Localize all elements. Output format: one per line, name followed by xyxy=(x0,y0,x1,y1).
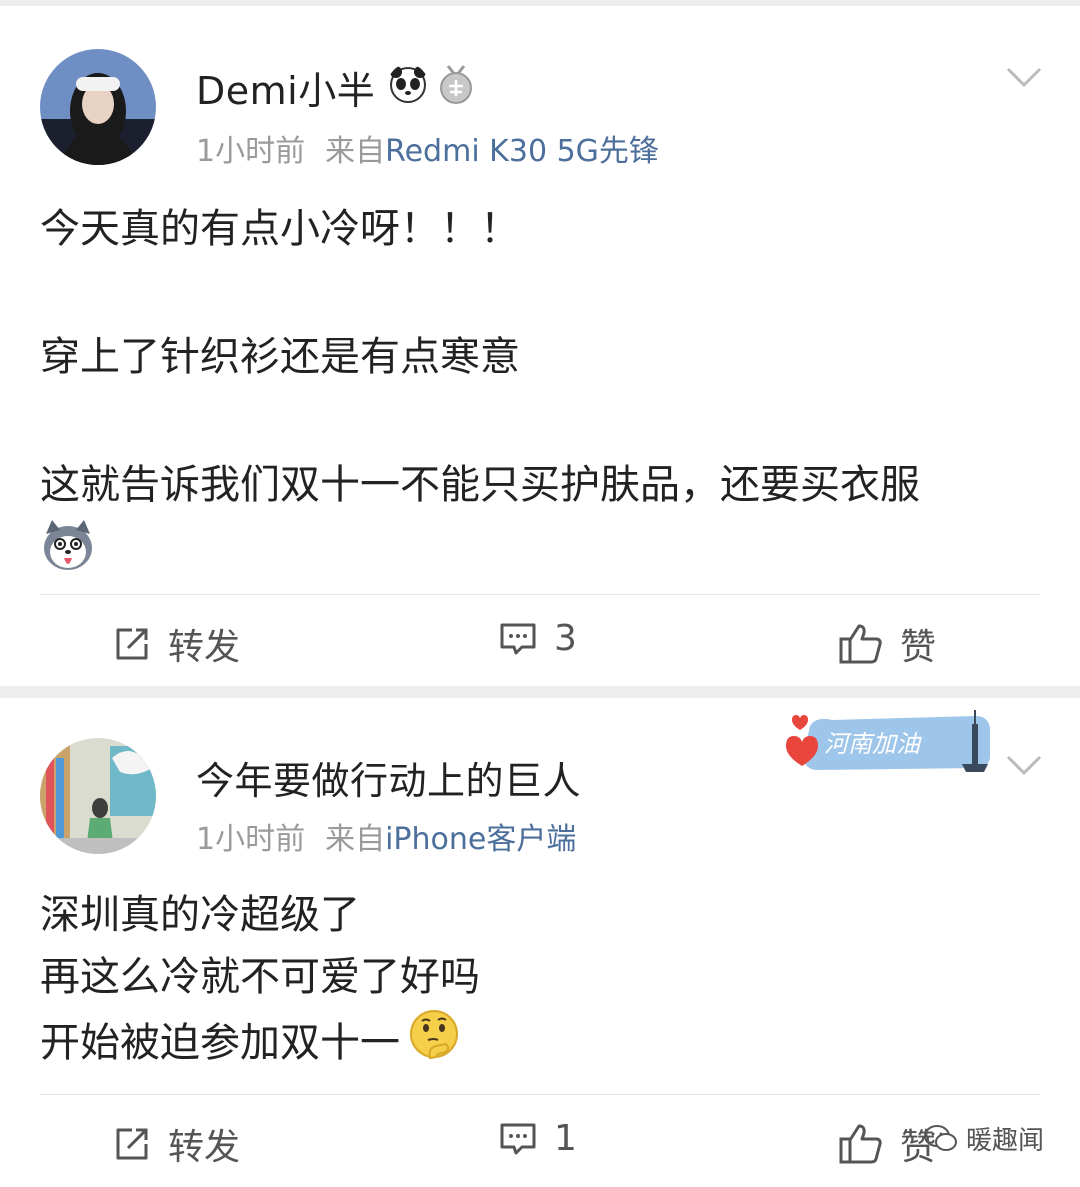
source-label: 来自 xyxy=(325,134,386,169)
wechat-icon xyxy=(923,1124,957,1151)
user-badges xyxy=(388,64,476,108)
repost-icon xyxy=(116,1128,148,1160)
source-device-link[interactable]: Redmi K30 5G先锋 xyxy=(385,134,659,169)
watermark-text: 暖趣闻 xyxy=(965,1126,1044,1156)
answer-medal-icon xyxy=(436,64,476,108)
post-paragraph: 穿上了针织衫还是有点寒意 xyxy=(40,334,520,380)
post-body: 深圳真的冷超级了 再这么冷就不可爱了好吗 开始被迫参加双十一 xyxy=(40,884,1040,1078)
source-label: 来自 xyxy=(325,822,386,857)
husky-dog-emoji-icon xyxy=(40,520,1040,590)
action-divider xyxy=(40,1094,1040,1095)
post-meta: 1小时前 来自Redmi K30 5G先锋 xyxy=(196,126,659,170)
repost-button[interactable]: 转发 xyxy=(112,1118,240,1170)
action-divider xyxy=(40,594,1040,595)
post-body: 今天真的有点小冷呀！！！ 穿上了针织衫还是有点寒意 这就告诉我们双十一不能只买护… xyxy=(40,198,1040,590)
henan-event-badge[interactable]: 河南加油 xyxy=(776,706,1006,780)
watermark: 暖趣闻 xyxy=(923,1120,1044,1157)
like-label: 赞 xyxy=(900,627,937,668)
avatar[interactable] xyxy=(40,49,156,165)
thinking-face-emoji-icon xyxy=(408,1008,460,1078)
post-separator xyxy=(0,686,1080,698)
comment-count: 1 xyxy=(554,1118,577,1159)
comment-button[interactable]: 1 xyxy=(498,1118,577,1159)
comment-count: 3 xyxy=(554,618,577,659)
comment-icon xyxy=(500,1123,536,1154)
username[interactable]: 今年要做行动上的巨人 xyxy=(196,750,581,805)
source-device-link[interactable]: iPhone客户端 xyxy=(385,822,576,857)
post-paragraph: 深圳真的冷超级了 xyxy=(40,892,360,938)
weibo-post[interactable]: 今年要做行动上的巨人 1小时前 来自iPhone客户端 河南加油 深圳真的冷超级了… xyxy=(0,698,1080,1187)
action-bar: 转发 1 赞 xyxy=(0,1096,1080,1187)
comment-icon xyxy=(500,623,536,654)
post-time: 1小时前 xyxy=(196,134,306,169)
panda-badge-icon xyxy=(388,64,428,108)
thumbs-up-icon xyxy=(839,1124,882,1164)
avatar[interactable] xyxy=(40,738,156,854)
post-paragraph: 这就告诉我们双十一不能只买护肤品，还要买衣服 xyxy=(40,462,920,508)
repost-button[interactable]: 转发 xyxy=(112,618,240,670)
like-button[interactable]: 赞 xyxy=(838,1118,936,1170)
post-paragraph: 开始被迫参加双十一 xyxy=(40,1020,400,1066)
chevron-down-icon[interactable] xyxy=(1006,754,1042,776)
repost-label: 转发 xyxy=(168,1127,241,1168)
thumbs-up-icon xyxy=(839,624,882,664)
like-button[interactable]: 赞 xyxy=(838,618,936,670)
comment-button[interactable]: 3 xyxy=(498,618,577,659)
post-paragraph: 今天真的有点小冷呀！！！ xyxy=(40,206,520,252)
repost-icon xyxy=(116,628,148,660)
weibo-post[interactable]: Demi小半 1小时前 来自Redmi K30 5G先锋 今天真的有点小冷呀！！！… xyxy=(0,6,1080,686)
post-meta: 1小时前 来自iPhone客户端 xyxy=(196,814,576,858)
post-paragraph-with-emoji: 开始被迫参加双十一 xyxy=(40,1008,1040,1078)
username[interactable]: Demi小半 xyxy=(196,60,375,115)
action-bar: 转发 3 赞 xyxy=(0,596,1080,692)
event-badge-text: 河南加油 xyxy=(824,730,922,758)
post-paragraph: 再这么冷就不可爱了好吗 xyxy=(40,954,480,1000)
chevron-down-icon[interactable] xyxy=(1006,66,1042,88)
post-time: 1小时前 xyxy=(196,822,306,857)
repost-label: 转发 xyxy=(168,627,241,668)
